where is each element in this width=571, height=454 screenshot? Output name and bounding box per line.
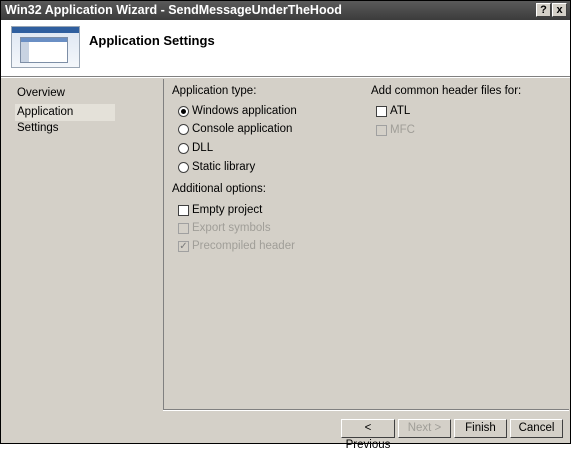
radio-button[interactable] (178, 143, 189, 154)
cancel-button[interactable]: Cancel (510, 419, 563, 438)
checkbox (178, 223, 189, 234)
checkbox-label: Export symbols (192, 222, 271, 234)
settings-panel: Application type: Windows application Co… (163, 79, 569, 409)
checkbox[interactable] (376, 106, 387, 117)
common-headers-label: Add common header files for: (371, 85, 522, 97)
checkbox[interactable] (178, 205, 189, 216)
previous-button[interactable]: < Previous (341, 419, 395, 451)
wizard-nav: Overview Application Settings (5, 79, 158, 435)
radio-label: Windows application (192, 105, 297, 117)
radio-label: DLL (192, 142, 214, 154)
window-title: Win32 Application Wizard - SendMessageUn… (5, 3, 342, 17)
nav-item-overview[interactable]: Overview (5, 85, 105, 102)
title-bar[interactable]: Win32 Application Wizard - SendMessageUn… (1, 1, 570, 20)
finish-button[interactable]: Finish (454, 419, 507, 438)
application-type-label: Application type: (172, 85, 257, 97)
checkbox-label: Empty project (192, 204, 263, 216)
next-button: Next > (398, 419, 451, 438)
wizard-thumbnail-icon (11, 26, 80, 68)
radio-label: Console application (192, 123, 293, 135)
checkbox-label: MFC (390, 124, 415, 136)
nav-item-application-settings[interactable]: Application Settings (15, 104, 115, 134)
header-band: Application Settings (1, 20, 570, 76)
checkbox-label: ATL (390, 105, 411, 117)
help-button[interactable]: ? (536, 3, 551, 17)
wizard-window: Win32 Application Wizard - SendMessageUn… (0, 0, 571, 451)
footer-divider (163, 409, 569, 411)
radio-button[interactable] (178, 124, 189, 135)
header-divider (1, 76, 570, 78)
radio-button[interactable] (178, 162, 189, 173)
close-button[interactable]: x (552, 3, 567, 17)
checkmark-icon: ✓ (178, 241, 189, 252)
additional-options-label: Additional options: (172, 183, 266, 195)
page-title: Application Settings (89, 33, 215, 48)
checkbox-label: Precompiled header (192, 240, 295, 252)
radio-label: Static library (192, 161, 256, 173)
checkbox (376, 125, 387, 136)
radio-button-selected[interactable] (178, 106, 189, 117)
